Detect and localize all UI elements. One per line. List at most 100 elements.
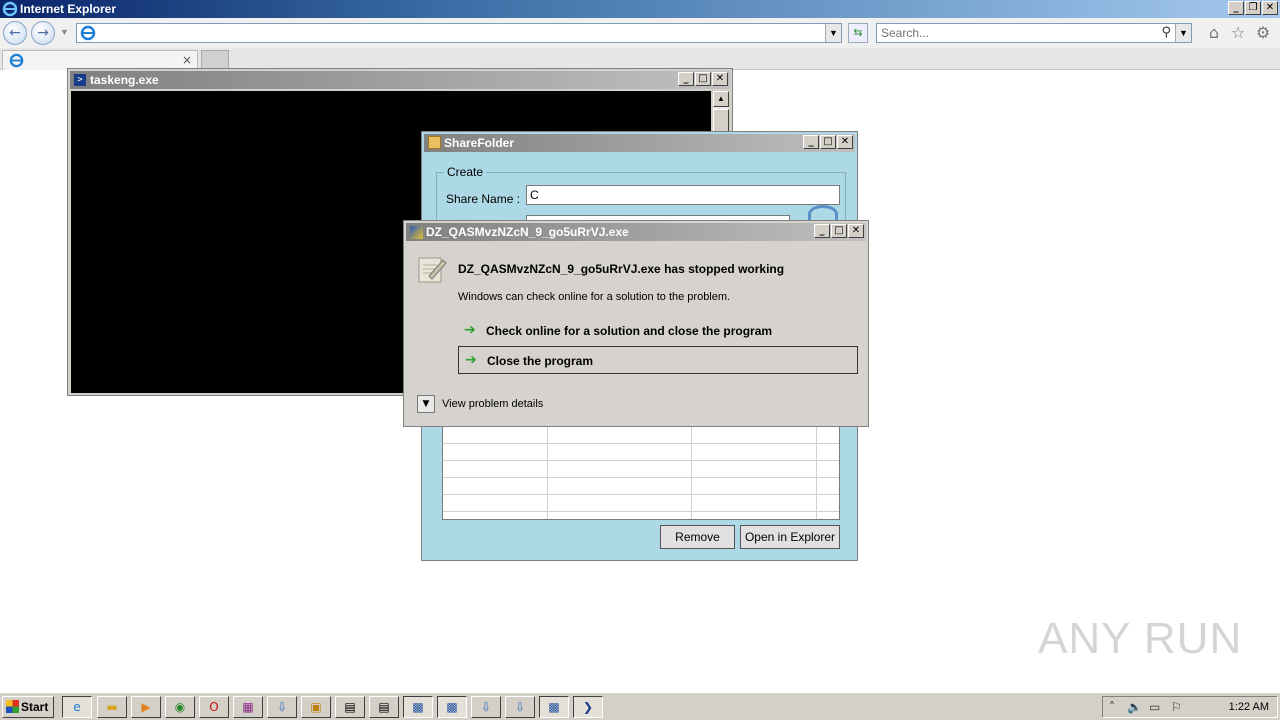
app-icon: ▤: [344, 700, 356, 714]
exe-icon: ▩: [446, 700, 458, 714]
history-dropdown-icon[interactable]: ▼: [60, 27, 69, 37]
home-icon[interactable]: ⌂: [1205, 24, 1223, 42]
column-divider: [816, 427, 817, 519]
exe-icon: ▩: [548, 700, 560, 714]
close-button[interactable]: ✕: [848, 224, 864, 238]
windows-flag-icon: [6, 700, 19, 713]
system-tray: ˄ 🔈 ▭ ⚐ 1:22 AM: [1102, 696, 1278, 718]
exe-icon: ▩: [412, 700, 424, 714]
sharefolder-titlebar[interactable]: ShareFolder _ □ ✕: [424, 134, 855, 152]
page-ie-icon: [80, 25, 96, 41]
console-icon: >: [74, 74, 86, 86]
tab-bar: ×: [0, 48, 1280, 70]
expand-details-button[interactable]: ▼: [417, 395, 435, 413]
close-program-option[interactable]: ➔ Close the program: [458, 346, 858, 374]
taskbar-explorer[interactable]: ▬: [97, 696, 127, 718]
table-row[interactable]: [443, 444, 839, 461]
sharefolder-title: ShareFolder: [444, 136, 515, 150]
volume-icon[interactable]: 🔈: [1127, 700, 1142, 714]
taskbar-winrar[interactable]: ▦: [233, 696, 263, 718]
show-hidden-icons-icon[interactable]: ˄: [1109, 700, 1115, 714]
network-icon[interactable]: ▭: [1149, 700, 1160, 714]
error-subtext: Windows can check online for a solution …: [458, 291, 731, 303]
taskbar-chrome[interactable]: ◉: [165, 696, 195, 718]
taskbar-ie[interactable]: e: [62, 696, 92, 718]
error-dialog-titlebar[interactable]: DZ_QASMvzNZcN_9_go5uRrVJ.exe _ □ ✕: [406, 223, 866, 241]
table-row[interactable]: [443, 495, 839, 512]
taskbar-app[interactable]: ▤: [369, 696, 399, 718]
close-button[interactable]: ✕: [1262, 1, 1278, 15]
chrome-icon: ◉: [174, 700, 186, 714]
download-icon: ⇩: [514, 700, 526, 714]
maximize-button[interactable]: □: [831, 224, 847, 238]
gear-icon[interactable]: ⚙: [1254, 24, 1272, 42]
taskbar-download[interactable]: ⇩: [267, 696, 297, 718]
table-row[interactable]: [443, 427, 839, 444]
taskbar-media-player[interactable]: ▶: [131, 696, 161, 718]
table-row[interactable]: [443, 461, 839, 478]
taskbar-sharefolder[interactable]: ▣: [301, 696, 331, 718]
create-group-label: Create: [444, 165, 487, 179]
app-icon: ▤: [378, 700, 390, 714]
check-online-option[interactable]: ➔ Check online for a solution and close …: [458, 317, 858, 345]
minimize-button[interactable]: _: [814, 224, 830, 238]
open-in-explorer-button[interactable]: Open in Explorer: [740, 525, 840, 549]
shares-table[interactable]: [442, 426, 840, 520]
error-dialog-window-controls: _ □ ✕: [814, 224, 864, 238]
clock[interactable]: 1:22 AM: [1229, 701, 1269, 713]
taskbar-exe[interactable]: ▩: [437, 696, 467, 718]
view-problem-details-label[interactable]: View problem details: [442, 398, 543, 410]
new-tab-button[interactable]: [201, 50, 229, 69]
search-box[interactable]: ⚲ ▼: [876, 23, 1192, 43]
tab-ie-icon: [9, 53, 24, 68]
restore-button[interactable]: ❐: [1245, 1, 1261, 15]
taskbar-download[interactable]: ⇩: [471, 696, 501, 718]
minimize-button[interactable]: _: [1228, 1, 1244, 15]
search-dropdown-icon[interactable]: ▼: [1175, 24, 1191, 42]
share-name-input[interactable]: C: [526, 185, 840, 205]
ie-icon: e: [73, 700, 81, 714]
tab-close-icon[interactable]: ×: [182, 53, 192, 67]
taskbar-console[interactable]: ❯: [573, 696, 603, 718]
close-button[interactable]: ✕: [837, 135, 853, 149]
taskbar-exe[interactable]: ▩: [403, 696, 433, 718]
ie-logo-icon: [2, 1, 18, 17]
close-button[interactable]: ✕: [712, 72, 728, 86]
check-online-label: Check online for a solution and close th…: [486, 324, 773, 338]
scroll-up-icon[interactable]: ▲: [713, 91, 729, 107]
taskbar-exe[interactable]: ▩: [539, 696, 569, 718]
taskbar-download[interactable]: ⇩: [505, 696, 535, 718]
sharefolder-window-controls: _ □ ✕: [803, 135, 853, 149]
maximize-button[interactable]: □: [695, 72, 711, 86]
browser-tab[interactable]: ×: [2, 50, 198, 70]
table-row[interactable]: [443, 478, 839, 495]
maximize-button[interactable]: □: [820, 135, 836, 149]
taskbar-opera[interactable]: O: [199, 696, 229, 718]
ie-titlebar: Internet Explorer _ ❐ ✕: [0, 0, 1280, 18]
minimize-button[interactable]: _: [678, 72, 694, 86]
back-button[interactable]: ←: [3, 21, 27, 45]
refresh-icon: ⇆: [853, 26, 863, 39]
action-center-flag-icon[interactable]: ⚐: [1171, 700, 1182, 714]
start-label: Start: [21, 700, 49, 714]
green-arrow-icon: ➔: [464, 322, 476, 338]
console-titlebar[interactable]: > taskeng.exe _ □ ✕: [70, 71, 730, 89]
forward-button[interactable]: →: [31, 21, 55, 45]
favorites-star-icon[interactable]: ☆: [1229, 24, 1247, 42]
minimize-button[interactable]: _: [803, 135, 819, 149]
remove-button[interactable]: Remove: [660, 525, 735, 549]
address-bar[interactable]: ▼: [76, 23, 842, 43]
start-button[interactable]: Start: [2, 696, 54, 718]
taskbar-app[interactable]: ▤: [335, 696, 365, 718]
forward-arrow-icon: →: [37, 25, 49, 41]
app-exe-icon: [410, 226, 423, 239]
search-icon[interactable]: ⚲: [1161, 25, 1171, 40]
console-window-controls: _ □ ✕: [678, 72, 728, 86]
scroll-thumb[interactable]: [713, 109, 729, 133]
green-arrow-icon: ➔: [465, 352, 477, 368]
explorer-icon: ▬: [106, 700, 118, 714]
folder-icon: [428, 136, 441, 149]
compatibility-refresh-button[interactable]: ⇆: [848, 23, 868, 43]
address-dropdown-icon[interactable]: ▼: [825, 24, 841, 42]
search-input[interactable]: [877, 24, 1147, 42]
